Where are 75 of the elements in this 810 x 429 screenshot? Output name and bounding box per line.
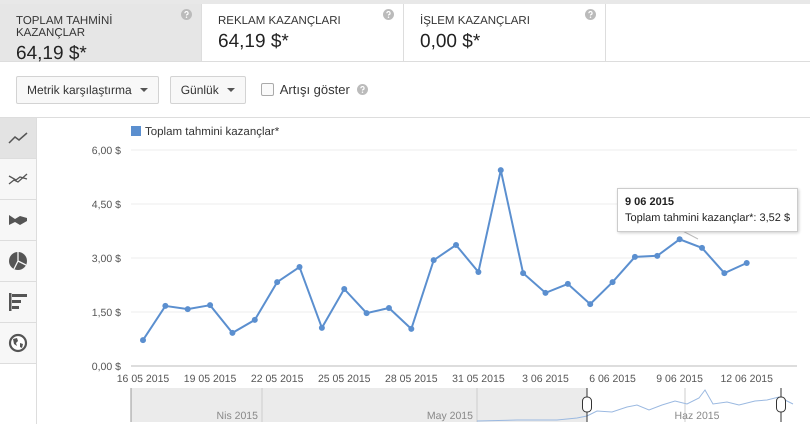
data-point [184,306,191,312]
range-handle[interactable] [582,388,592,422]
data-point [274,279,280,286]
data-point [632,254,638,260]
data-point [498,167,504,174]
data-point [610,279,616,286]
y-axis-label: 0,00 $ [92,361,121,373]
metric-card[interactable]: TOPLAM TAHMİNİ KAZANÇLAR 64,19 $* [0,4,202,61]
metric-value: 0,00 $* [420,31,482,53]
navigator-label: May 2015 [426,410,473,422]
x-axis-label: 28 05 2015 [385,373,438,385]
chart-type-tab[interactable] [0,241,36,282]
chart-type-tab[interactable] [0,282,36,323]
caret-icon [140,88,148,92]
legend-swatch [131,126,141,136]
data-point [296,264,303,270]
data-point [386,305,392,312]
checkbox-label: Artışı göster [280,82,350,97]
bar-chart-icon [9,293,27,311]
data-point [341,286,348,292]
legend-label: Toplam tahmini kazançlar* [145,126,280,138]
checkbox[interactable] [260,83,274,96]
data-point [744,260,750,266]
tooltip-text: Toplam tahmini kazançlar*: 3,52 $ [625,211,790,226]
y-axis-label: 3,00 $ [92,253,121,265]
data-point [654,252,660,259]
y-axis-label: 1,50 $ [92,307,121,319]
x-axis-label: 6 06 2015 [589,373,636,385]
chart-type-tab[interactable] [0,200,36,241]
data-point [699,244,705,251]
line-chart-icon [8,132,28,144]
data-point [252,316,258,323]
data-point [229,330,236,336]
caret-icon [226,88,235,92]
navigator-label: Haz 2015 [674,410,720,422]
metric-label: İŞLEM KAZANÇLARI [420,15,531,27]
x-axis-label: 16 05 2015 [116,373,170,385]
data-point [318,324,325,331]
x-axis-label: 3 06 2015 [522,373,569,385]
chart-type-tab[interactable] [0,118,36,159]
x-axis-label: 12 06 2015 [720,373,773,385]
metric-label: REKLAM KAZANÇLARI [218,15,342,27]
chart-type-tab[interactable] [0,323,36,364]
data-point [564,280,571,287]
y-axis-label: 6,00 $ [92,145,121,157]
data-point [408,326,414,332]
tooltip-title: 9 06 2015 [625,195,675,210]
data-point [721,270,728,276]
data-point [140,337,146,344]
dropdown-button[interactable]: Metrik karşılaştırma [16,76,159,104]
data-point [364,310,370,316]
x-axis-label: 25 05 2015 [318,373,371,385]
x-axis-label: 31 05 2015 [452,373,505,385]
metric-label: TOPLAM TAHMİNİ KAZANÇLAR [16,15,114,39]
data-point [430,257,437,264]
data-point [542,290,548,296]
globe-icon [8,333,28,353]
data-point [475,269,482,276]
dropdown-button[interactable]: Günlük [170,76,246,104]
x-axis-label: 19 05 2015 [184,373,236,385]
data-point [520,270,526,276]
data-point [453,242,460,248]
x-axis-label: 22 05 2015 [250,373,304,385]
data-point [587,301,594,308]
navigator-label: Nis 2015 [216,410,258,422]
x-axis-label: 9 06 2015 [656,373,703,385]
data-point [162,302,168,309]
data-point [207,302,214,308]
range-handle[interactable] [776,388,786,422]
pie-chart-icon [8,251,28,271]
multi-line-chart-icon [8,173,28,185]
y-axis-label: 4,50 $ [92,199,121,211]
metric-value: 64,19 $* [218,31,290,53]
data-point [676,236,683,242]
chart-type-tab[interactable] [0,159,36,200]
